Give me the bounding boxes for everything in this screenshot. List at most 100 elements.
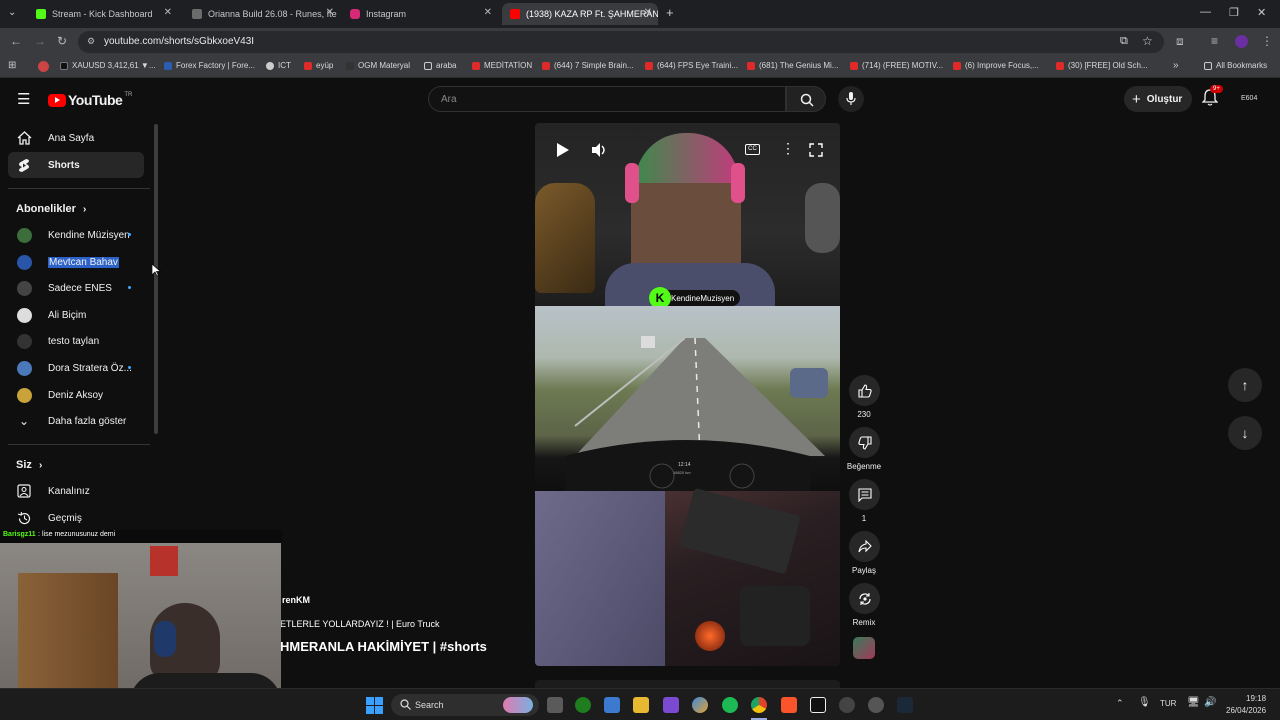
chrome-site-icon[interactable]: [38, 61, 49, 72]
chrome-icon[interactable]: [751, 697, 767, 713]
bookmark-item[interactable]: eyüp: [304, 61, 333, 70]
close-tab-icon[interactable]: ✕: [326, 7, 334, 18]
subscriptions-heading[interactable]: Abonelikler ›: [16, 203, 86, 215]
xbox-icon[interactable]: [575, 697, 591, 713]
copilot-icon[interactable]: [692, 697, 708, 713]
sidebar-item-your-channel[interactable]: Kanalınız: [8, 478, 144, 504]
bookmark-item[interactable]: (644) FPS Eye Traini...: [645, 61, 738, 70]
short-video-player[interactable]: K KendineMuzisyen 12:14 18820 km CC ⋮: [535, 123, 840, 666]
file-explorer-icon[interactable]: [633, 697, 649, 713]
notifications-button[interactable]: 9+: [1201, 85, 1223, 112]
search-input[interactable]: Ara: [428, 86, 786, 112]
sidebar-channel-deniz-aksoy[interactable]: Deniz Aksoy: [8, 382, 144, 408]
menu-hamburger-icon[interactable]: ☰: [17, 90, 30, 108]
task-view-icon[interactable]: [547, 697, 563, 713]
sound-source-avatar[interactable]: [853, 637, 875, 659]
forward-icon[interactable]: →: [34, 34, 46, 48]
captions-icon[interactable]: CC: [745, 144, 760, 155]
sidebar-scrollbar[interactable]: [154, 124, 158, 434]
voice-search-button[interactable]: [838, 86, 864, 112]
remix-button[interactable]: [849, 583, 880, 614]
bookmark-item[interactable]: ICT: [266, 61, 291, 70]
more-bookmarks-icon[interactable]: »: [1173, 60, 1179, 71]
sidebar-item-home[interactable]: Ana Sayfa: [8, 125, 144, 151]
you-heading[interactable]: Siz ›: [16, 459, 42, 471]
back-icon[interactable]: ←: [10, 34, 22, 48]
apps-grid-icon[interactable]: ⊞: [8, 60, 16, 71]
browser-tab-instagram[interactable]: Instagram ✕: [342, 3, 498, 25]
play-icon[interactable]: [557, 143, 569, 157]
dislike-button[interactable]: [849, 427, 880, 458]
account-button[interactable]: E604: [1241, 95, 1257, 102]
site-info-icon[interactable]: ⚙: [87, 36, 95, 47]
browser-tab-youtube[interactable]: (1938) KAZA RP Ft. ŞAHMERAN ✕: [502, 3, 658, 25]
sidebar-item-shorts[interactable]: Shorts: [8, 152, 144, 178]
obs-icon[interactable]: [868, 697, 884, 713]
search-button[interactable]: [786, 86, 826, 112]
extensions-icon[interactable]: ⧈: [1176, 34, 1184, 49]
browser-menu-icon[interactable]: ⋮: [1261, 34, 1273, 48]
next-short-preview[interactable]: [535, 680, 840, 688]
browser-tab-kick[interactable]: Stream - Kick Dashboard ✕: [28, 3, 178, 25]
address-bar[interactable]: ⚙ youtube.com/shorts/sGbkxoeV43I ⧉ ☆: [78, 31, 1164, 53]
install-app-icon[interactable]: ⧉: [1120, 35, 1128, 48]
sidebar-item-history[interactable]: Geçmiş: [8, 505, 144, 531]
restore-icon[interactable]: ❐: [1229, 6, 1239, 19]
fullscreen-icon[interactable]: [809, 143, 823, 157]
speaker-icon[interactable]: 🔊: [1204, 697, 1216, 708]
spotify-icon[interactable]: [722, 697, 738, 713]
taskbar-search[interactable]: Search: [391, 694, 539, 716]
sidebar-channel-kendine-muzisyen[interactable]: Kendine Müzisyen: [8, 222, 144, 248]
app-icon[interactable]: [663, 697, 679, 713]
close-tab-icon[interactable]: ✕: [484, 7, 492, 18]
close-tab-icon[interactable]: ✕: [164, 7, 172, 18]
chatgpt-icon[interactable]: [839, 697, 855, 713]
short-channel-name[interactable]: renKM: [282, 595, 310, 605]
bookmark-item[interactable]: XAUUSD 3,412,61 ▼...: [60, 61, 156, 70]
profile-avatar[interactable]: [1235, 35, 1248, 48]
bookmark-item[interactable]: Forex Factory | Fore...: [164, 61, 255, 70]
next-short-button[interactable]: ↓: [1228, 416, 1262, 450]
bookmark-item[interactable]: (644) 7 Simple Brain...: [542, 61, 634, 70]
share-button[interactable]: [849, 531, 880, 562]
browser-tab-orianna[interactable]: Orianna Build 26.08 - Runes, Ite ✕: [184, 3, 340, 25]
sidebar-channel-testo-taylan[interactable]: testo taylan: [8, 328, 144, 354]
bookmark-folder[interactable]: araba: [424, 61, 456, 70]
store-icon[interactable]: [604, 697, 620, 713]
reading-list-icon[interactable]: ≡: [1211, 34, 1218, 48]
language-indicator[interactable]: TUR: [1160, 699, 1176, 708]
url-text[interactable]: youtube.com/shorts/sGbkxoeV43I: [104, 36, 254, 47]
windows-start-icon[interactable]: [366, 697, 383, 714]
sidebar-channel-ali-bicim[interactable]: Ali Biçim: [8, 302, 144, 328]
sidebar-channel-mevtcan-bahav[interactable]: Mevtcan Bahav: [8, 249, 144, 275]
tray-microphone-icon[interactable]: 🎙: [1138, 697, 1151, 708]
clock-date[interactable]: 26/04/2026: [1226, 706, 1266, 715]
sidebar-channel-sadece-enes[interactable]: Sadece ENES: [8, 275, 144, 301]
bookmark-item[interactable]: MEDİTATİON: [472, 61, 532, 70]
show-more-button[interactable]: ⌄ Daha fazla göster: [8, 408, 144, 434]
close-tab-icon[interactable]: ✕: [644, 7, 652, 18]
brave-icon[interactable]: [781, 697, 797, 713]
tab-search-icon[interactable]: ⌄: [8, 7, 16, 18]
bookmark-item[interactable]: OGM Materyal: [346, 61, 410, 70]
minimize-icon[interactable]: —: [1200, 6, 1211, 18]
reload-icon[interactable]: ↻: [57, 34, 67, 48]
new-tab-icon[interactable]: +: [666, 5, 674, 20]
bookmark-item[interactable]: (6) Improve Focus,...: [953, 61, 1039, 70]
all-bookmarks[interactable]: All Bookmarks: [1204, 61, 1267, 70]
youtube-logo[interactable]: YouTube TR: [48, 92, 132, 108]
clock-time[interactable]: 19:18: [1246, 694, 1266, 703]
volume-icon[interactable]: [592, 143, 607, 157]
sidebar-channel-dora-stratera[interactable]: Dora Stratera Öz...: [8, 355, 144, 381]
create-button[interactable]: + Oluştur: [1124, 86, 1192, 112]
bookmark-star-icon[interactable]: ☆: [1142, 34, 1153, 48]
tray-overflow-icon[interactable]: ⌃: [1116, 698, 1124, 709]
close-window-icon[interactable]: ✕: [1257, 6, 1266, 19]
network-icon[interactable]: 🖥: [1187, 697, 1200, 708]
comments-button[interactable]: [849, 479, 880, 510]
more-options-icon[interactable]: ⋮: [781, 140, 795, 157]
tradingview-icon[interactable]: [810, 697, 826, 713]
bookmark-item[interactable]: (714) (FREE) MOTIV...: [850, 61, 943, 70]
previous-short-button[interactable]: ↑: [1228, 368, 1262, 402]
bookmark-item[interactable]: (30) [FREE] Old Sch...: [1056, 61, 1148, 70]
